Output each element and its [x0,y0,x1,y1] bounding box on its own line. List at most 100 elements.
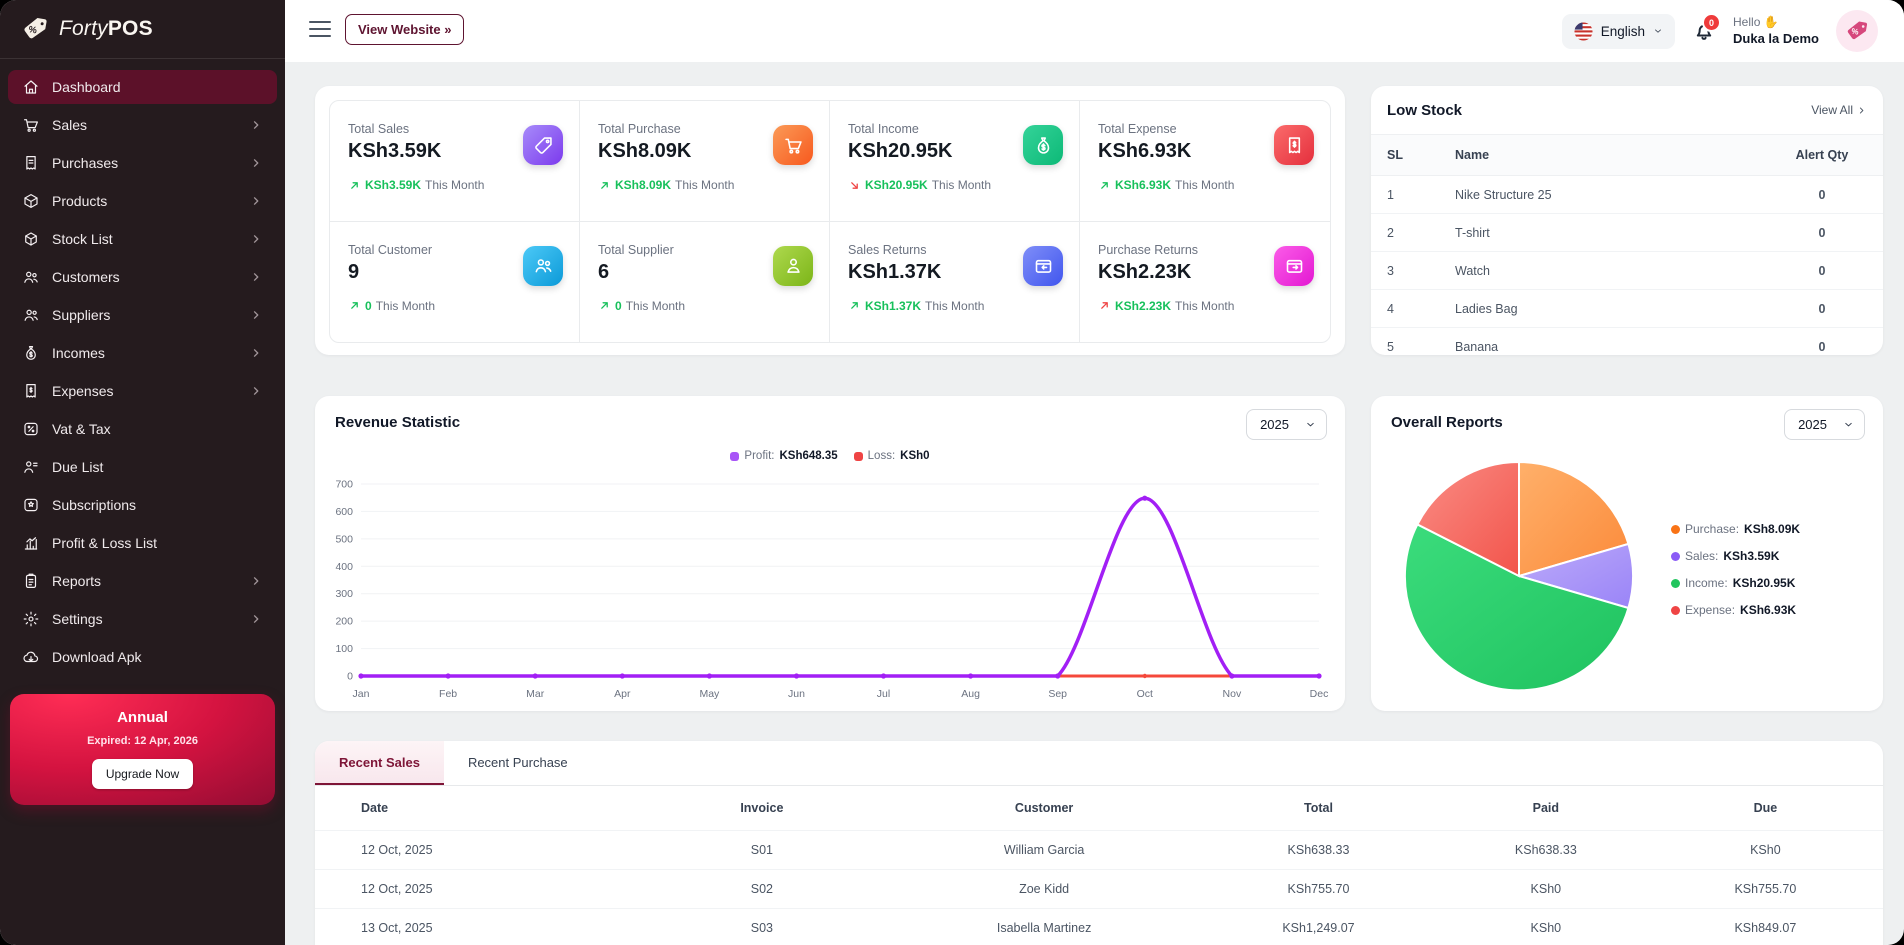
users-icon [22,268,40,286]
low-stock-title: Low Stock [1387,102,1462,119]
low-stock-row: 5Banana0 [1371,328,1883,356]
user-avatar[interactable]: % [1836,10,1878,52]
sidebar-item-purchases[interactable]: Purchases [8,146,277,180]
box-icon [22,192,40,210]
revenue-statistic-card: Revenue Statistic 2025 Profit: KSh648.35… [315,396,1345,711]
language-selector[interactable]: English [1562,14,1675,49]
sidebar-item-reports[interactable]: Reports [8,564,277,598]
brand-logo[interactable]: % FortyPOS [0,0,285,59]
stat-trend: 0This Month [348,299,563,313]
tab-recent-sales[interactable]: Recent Sales [315,741,444,785]
sidebar-item-sales[interactable]: Sales [8,108,277,142]
sidebar-item-label: Reports [52,573,237,589]
arrow-up-right-icon [348,299,361,312]
low-stock-view-all-link[interactable]: View All [1811,103,1867,117]
low-stock-row: 1Nike Structure 250 [1371,176,1883,214]
sidebar-item-label: Subscriptions [52,497,263,513]
sidebar-item-label: Vat & Tax [52,421,263,437]
legend-item: Income: KSh20.95K [1671,576,1800,590]
stat-card-total-purchase: Total PurchaseKSh8.09KKSh8.09KThis Month [580,101,830,222]
cart-icon [22,116,40,134]
svg-text:%: % [1851,27,1860,37]
home-icon [22,78,40,96]
gear-icon [22,610,40,628]
return-box-icon [1023,246,1063,286]
recent-col-header: Date [315,786,629,831]
svg-text:Apr: Apr [614,688,631,700]
sidebar-item-profit-loss-list[interactable]: Profit & Loss List [8,526,277,560]
recent-col-header: Paid [1444,786,1648,831]
sidebar-item-due-list[interactable]: Due List [8,450,277,484]
recent-col-header: Invoice [629,786,896,831]
plan-name: Annual [22,709,263,726]
chevron-down-icon [1653,26,1663,36]
sidebar-item-stock-list[interactable]: Stock List [8,222,277,256]
arrow-up-right-icon [848,299,861,312]
svg-text:Jan: Jan [353,688,370,700]
sidebar-item-products[interactable]: Products [8,184,277,218]
svg-text:100: 100 [335,643,353,655]
svg-text:Sep: Sep [1048,688,1067,700]
svg-text:400: 400 [335,561,353,573]
legend-item: Purchase: KSh8.09K [1671,522,1800,536]
money-bag-icon [1023,125,1063,165]
sidebar-item-label: Suppliers [52,307,237,323]
user-list-icon [22,458,40,476]
revenue-chart-legend: Profit: KSh648.35Loss: KSh0 [315,450,1345,462]
revenue-year-select[interactable]: 2025 [1246,409,1327,440]
low-stock-table: SLNameAlert Qty 1Nike Structure 2502T-sh… [1371,134,1883,355]
stat-trend: KSh6.93KThis Month [1098,178,1314,192]
sidebar-item-settings[interactable]: Settings [8,602,277,636]
money-bag-icon [22,344,40,362]
upgrade-now-button[interactable]: Upgrade Now [92,759,193,789]
notifications-button[interactable]: 0 [1692,19,1716,43]
stat-trend: KSh20.95KThis Month [848,178,1063,192]
recent-sales-row: 13 Oct, 2025S03Isabella MartinezKSh1,249… [315,909,1883,945]
sidebar-item-subscriptions[interactable]: Subscriptions [8,488,277,522]
recent-col-header: Customer [895,786,1193,831]
stat-trend: 0This Month [598,299,813,313]
chevron-right-icon [249,232,263,246]
overall-year-select[interactable]: 2025 [1784,409,1865,440]
app-window: % FortyPOS Dashboard Sales Purchases Produc… [0,0,1904,945]
legend-item: Expense: KSh6.93K [1671,603,1800,617]
stat-card-purchase-returns: Purchase ReturnsKSh2.23KKSh2.23KThis Mon… [1080,222,1330,343]
hamburger-menu-icon[interactable] [309,21,331,41]
svg-text:200: 200 [335,616,353,628]
sidebar-item-download-apk[interactable]: Download Apk [8,640,277,674]
svg-text:600: 600 [335,506,353,518]
wave-icon: ✋ [1764,15,1779,29]
stat-trend: KSh3.59KThis Month [348,178,563,192]
view-website-button[interactable]: View Website » [345,14,464,45]
chevron-right-icon [249,384,263,398]
stat-card-total-sales: Total SalesKSh3.59KKSh3.59KThis Month [330,101,580,222]
overall-reports-title: Overall Reports [1391,414,1503,431]
brand-name: FortyPOS [59,17,153,41]
stat-card-total-income: Total IncomeKSh20.95KKSh20.95KThis Month [830,101,1080,222]
sidebar-item-suppliers[interactable]: Suppliers [8,298,277,332]
sidebar-item-customers[interactable]: Customers [8,260,277,294]
tab-recent-purchase[interactable]: Recent Purchase [444,741,592,785]
arrow-up-right-icon [1098,179,1111,192]
svg-text:Oct: Oct [1137,688,1153,700]
svg-text:Feb: Feb [439,688,457,700]
sidebar-item-dashboard[interactable]: Dashboard [8,70,277,104]
svg-text:0: 0 [347,671,353,683]
recent-col-header: Due [1648,786,1883,831]
sidebar-item-label: Sales [52,117,237,133]
user-name: Duka la Demo [1733,30,1819,48]
recent-sales-row: 12 Oct, 2025S02Zoe KiddKSh755.70KSh0KSh7… [315,870,1883,909]
pie-chart-legend: Purchase: KSh8.09KSales: KSh3.59KIncome:… [1671,522,1800,617]
sidebar-item-label: Stock List [52,231,237,247]
sidebar-item-vat-tax[interactable]: Vat & Tax [8,412,277,446]
recent-sales-table: DateInvoiceCustomerTotalPaidDue 12 Oct, … [315,786,1883,945]
receipt-icon [22,154,40,172]
legend-item: Loss: KSh0 [854,450,930,462]
sidebar-item-expenses[interactable]: Expenses [8,374,277,408]
revenue-statistic-title: Revenue Statistic [335,414,460,431]
sidebar-item-incomes[interactable]: Incomes [8,336,277,370]
chevron-right-icon [1856,105,1867,116]
stat-trend: KSh8.09KThis Month [598,178,813,192]
cart-icon [773,125,813,165]
chevron-right-icon [249,612,263,626]
